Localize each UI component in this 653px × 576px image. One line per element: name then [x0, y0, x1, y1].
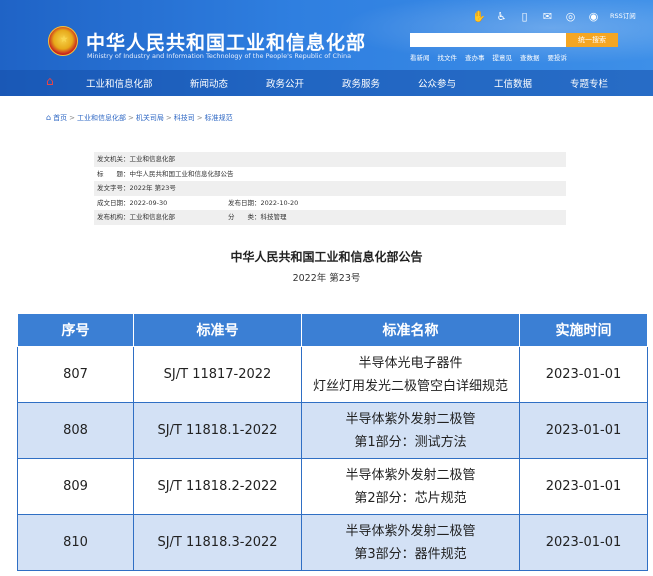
- column-header-code: 标准号: [133, 313, 302, 347]
- quick-link-complaint[interactable]: 要投诉: [548, 52, 568, 62]
- search-input[interactable]: [410, 33, 566, 47]
- nav-item-miit[interactable]: 工业和信息化部: [86, 76, 153, 90]
- quick-link-data[interactable]: 查数据: [520, 52, 540, 62]
- nav-item-gov-services[interactable]: 政务服务: [342, 76, 380, 90]
- breadcrumb-standards[interactable]: 标准规范: [205, 114, 233, 122]
- table-row: 808 SJ/T 11818.1-2022 半导体紫外发射二极管 第1部分：测试方…: [17, 402, 648, 459]
- nav-item-participation[interactable]: 公众参与: [418, 76, 456, 90]
- site-title[interactable]: 中华人民共和国工业和信息化部: [86, 28, 366, 55]
- cell-name: 半导体紫外发射二极管 第1部分：测试方法: [301, 402, 520, 459]
- site-subtitle: Ministry of Industry and Information Tec…: [87, 52, 352, 60]
- quick-links: 看新闻 找文件 查办事 提意见 查数据 要投诉: [410, 52, 567, 62]
- meta-created-date: 成文日期：2022-09-30: [97, 198, 168, 207]
- cell-code: SJ/T 11818.1-2022: [133, 402, 302, 459]
- nav-item-topics[interactable]: 专题专栏: [570, 76, 608, 90]
- column-header-date: 实施时间: [519, 313, 648, 347]
- search-button[interactable]: 统一搜索: [566, 33, 618, 47]
- cell-date: 2023-01-01: [519, 346, 648, 403]
- nav-item-gov-affairs[interactable]: 政务公开: [266, 76, 304, 90]
- column-header-name: 标准名称: [301, 313, 520, 347]
- meta-issuer: 发文机关：工业和信息化部: [97, 155, 175, 163]
- site-header: 中华人民共和国工业和信息化部 Ministry of Industry and …: [0, 0, 653, 96]
- national-emblem-icon: [48, 26, 78, 56]
- document-meta: 发文机关：工业和信息化部 标 题：中华人民共和国工业和信息化部公告 发文字号：2…: [94, 152, 566, 225]
- breadcrumb-departments[interactable]: 机关司局: [136, 114, 164, 122]
- table-header-row: 序号 标准号 标准名称 实施时间: [17, 313, 648, 347]
- main-nav: ⌂ 工业和信息化部 新闻动态 政务公开 政务服务 公众参与 工信数据 专题专栏: [0, 70, 653, 96]
- cell-no: 809: [17, 458, 134, 515]
- cell-no: 810: [17, 514, 134, 571]
- mobile-icon[interactable]: ▯: [518, 10, 531, 23]
- quick-link-files[interactable]: 找文件: [438, 52, 458, 62]
- nav-item-news[interactable]: 新闻动态: [190, 76, 228, 90]
- wheelchair-icon[interactable]: ♿: [495, 10, 508, 23]
- standards-table: 序号 标准号 标准名称 实施时间 807 SJ/T 11817-2022 半导体…: [17, 313, 648, 571]
- top-icon-bar: ✋ ♿ ▯ ✉ ◎ ◉ RSS订阅: [472, 10, 636, 23]
- cell-code: SJ/T 11818.3-2022: [133, 514, 302, 571]
- quick-link-news[interactable]: 看新闻: [410, 52, 430, 62]
- breadcrumb: ⌂ 首页 > 工业和信息化部 > 机关司局 > 科技司 > 标准规范: [46, 113, 233, 122]
- weibo-icon[interactable]: ◉: [587, 10, 600, 23]
- breadcrumb-miit[interactable]: 工业和信息化部: [77, 114, 126, 122]
- meta-publisher: 发布机构：工业和信息化部: [97, 213, 175, 221]
- breadcrumb-home-icon: ⌂: [46, 113, 52, 122]
- mail-icon[interactable]: ✉: [541, 10, 554, 23]
- cell-date: 2023-01-01: [519, 458, 648, 515]
- meta-category: 分 类：科技管理: [228, 213, 287, 221]
- breadcrumb-science-dept[interactable]: 科技司: [174, 114, 195, 122]
- cell-date: 2023-01-01: [519, 402, 648, 459]
- rss-link[interactable]: RSS订阅: [610, 10, 636, 23]
- document-number: 2022年 第23号: [292, 273, 361, 284]
- cell-name: 半导体紫外发射二极管 第2部分：芯片规范: [301, 458, 520, 515]
- breadcrumb-home[interactable]: 首页: [53, 114, 67, 122]
- accessibility-hand-icon[interactable]: ✋: [472, 10, 486, 23]
- nav-item-data[interactable]: 工信数据: [494, 76, 532, 90]
- meta-doc-no: 发文字号：2022年 第23号: [97, 184, 176, 192]
- meta-published-date: 发布日期：2022-10-20: [228, 198, 299, 207]
- cell-name: 半导体光电子器件 灯丝灯用发光二极管空白详细规范: [301, 346, 520, 403]
- quick-link-feedback[interactable]: 提意见: [493, 52, 513, 62]
- meta-title: 标 题：中华人民共和国工业和信息化部公告: [97, 169, 234, 178]
- wechat-icon[interactable]: ◎: [564, 10, 577, 23]
- cell-date: 2023-01-01: [519, 514, 648, 571]
- cell-no: 807: [17, 346, 134, 403]
- cell-name: 半导体紫外发射二极管 第3部分：器件规范: [301, 514, 520, 571]
- home-icon[interactable]: ⌂: [46, 74, 54, 88]
- document-title: 中华人民共和国工业和信息化部公告: [230, 250, 423, 264]
- quick-link-services[interactable]: 查办事: [465, 52, 485, 62]
- cell-code: SJ/T 11818.2-2022: [133, 458, 302, 515]
- table-row: 807 SJ/T 11817-2022 半导体光电子器件 灯丝灯用发光二极管空白详…: [17, 346, 648, 403]
- table-row: 810 SJ/T 11818.3-2022 半导体紫外发射二极管 第3部分：器件规…: [17, 514, 648, 571]
- cell-no: 808: [17, 402, 134, 459]
- cell-code: SJ/T 11817-2022: [133, 346, 302, 403]
- column-header-no: 序号: [17, 313, 134, 347]
- table-row: 809 SJ/T 11818.2-2022 半导体紫外发射二极管 第2部分：芯片规…: [17, 458, 648, 515]
